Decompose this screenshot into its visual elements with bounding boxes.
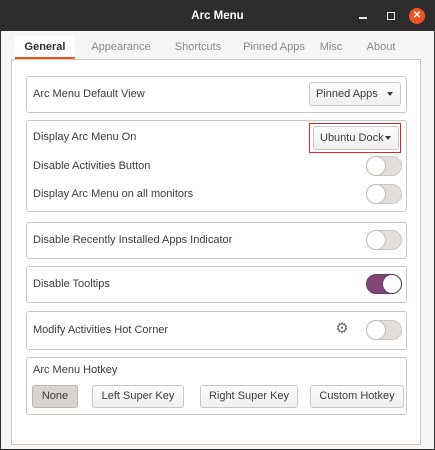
hot-corner-frame: Modify Activities Hot Corner ⚙ (26, 311, 407, 350)
display-on-combo[interactable]: Ubuntu Dock (313, 126, 399, 150)
recently-installed-frame: Disable Recently Installed Apps Indicato… (26, 222, 407, 259)
tab-appearance[interactable]: Appearance (83, 36, 159, 58)
title-bar[interactable]: Arc Menu ✕ (1, 1, 434, 31)
hot-corner-label: Modify Activities Hot Corner (33, 324, 169, 336)
switch-knob (367, 321, 385, 339)
recently-installed-switch[interactable] (366, 230, 402, 250)
general-page: Arc Menu Default View Pinned Apps Displa… (11, 59, 421, 445)
arc-menu-settings-window: Arc Menu ✕ General Appearance Shortcuts … (0, 0, 435, 450)
minimize-button[interactable] (355, 8, 371, 24)
tab-pinned-apps[interactable]: Pinned Apps (237, 36, 311, 58)
tab-misc[interactable]: Misc (316, 36, 346, 58)
display-on-value: Ubuntu Dock (320, 132, 384, 144)
display-on-label: Display Arc Menu On (33, 131, 137, 143)
tooltips-label: Disable Tooltips (33, 278, 110, 290)
chevron-down-icon (385, 136, 391, 140)
all-monitors-switch[interactable] (366, 184, 402, 204)
switch-knob (367, 231, 385, 249)
switch-knob (367, 185, 385, 203)
hotkey-none-button[interactable]: None (32, 385, 78, 408)
hotkey-custom-button[interactable]: Custom Hotkey (310, 385, 404, 408)
tab-about[interactable]: About (360, 36, 402, 58)
tooltips-switch[interactable] (366, 274, 402, 294)
chevron-down-icon (387, 92, 393, 96)
default-view-label: Arc Menu Default View (33, 88, 145, 100)
hotkey-frame: Arc Menu Hotkey None Left Super Key Righ… (26, 357, 407, 415)
default-view-frame: Arc Menu Default View Pinned Apps (26, 76, 407, 113)
all-monitors-label: Display Arc Menu on all monitors (33, 188, 194, 200)
gear-icon[interactable]: ⚙ (334, 321, 350, 337)
tooltips-frame: Disable Tooltips (26, 266, 407, 303)
close-icon: ✕ (412, 10, 422, 21)
hot-corner-switch[interactable] (366, 320, 402, 340)
tab-general[interactable]: General (15, 36, 75, 59)
disable-activities-label: Disable Activities Button (33, 160, 151, 172)
hotkey-right-super-button[interactable]: Right Super Key (200, 385, 298, 408)
hotkey-label: Arc Menu Hotkey (33, 364, 118, 376)
tab-shortcuts[interactable]: Shortcuts (165, 36, 231, 58)
disable-activities-switch[interactable] (366, 156, 402, 176)
tab-bar: General Appearance Shortcuts Pinned Apps… (11, 36, 421, 60)
switch-knob (367, 157, 385, 175)
recently-installed-label: Disable Recently Installed Apps Indicato… (33, 234, 233, 246)
default-view-combo[interactable]: Pinned Apps (309, 82, 401, 106)
maximize-button[interactable] (383, 8, 399, 24)
switch-knob (383, 275, 401, 293)
hotkey-left-super-button[interactable]: Left Super Key (92, 385, 184, 408)
close-button[interactable]: ✕ (409, 8, 425, 24)
display-options-frame: Display Arc Menu On Ubuntu Dock Disable … (26, 120, 407, 212)
default-view-value: Pinned Apps (316, 88, 378, 100)
settings-notebook: General Appearance Shortcuts Pinned Apps… (11, 36, 421, 445)
